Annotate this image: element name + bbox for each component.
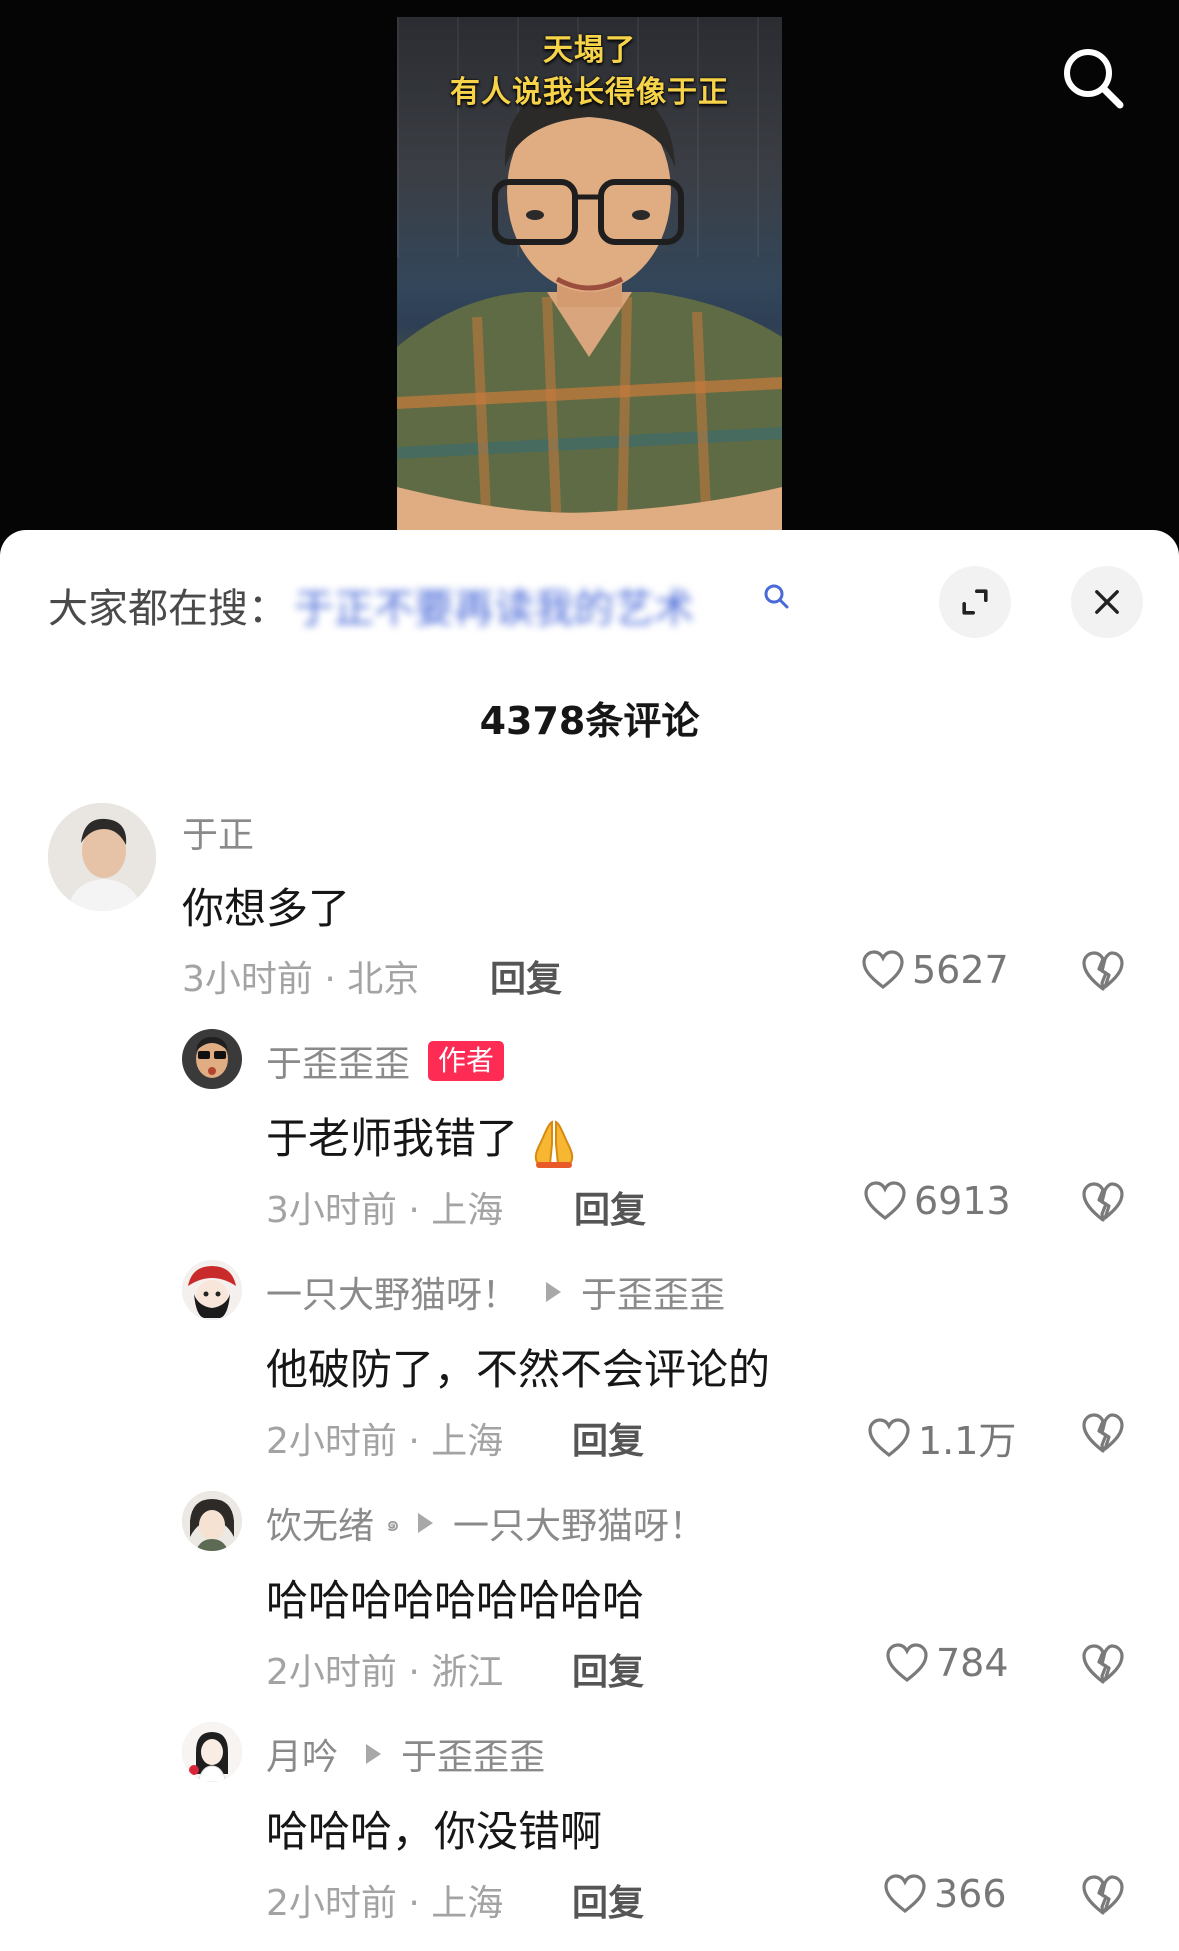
search-suggestion-prefix: 大家都在搜：	[48, 586, 288, 632]
praying-hands-emoji	[534, 1119, 574, 1168]
avatar[interactable]	[48, 803, 156, 911]
video-thumbnail[interactable]: 天塌了 有人说我长得像于正	[397, 17, 782, 532]
like-button[interactable]: 5627	[860, 948, 1009, 992]
like-count: 5627	[912, 948, 1009, 992]
search-icon[interactable]	[1060, 45, 1126, 111]
user-badge-icon: ๑	[386, 1511, 400, 1537]
heart-outline-icon	[862, 950, 904, 990]
search-suggestion[interactable]: 大家都在搜： 于正不要再读我的艺术	[48, 576, 694, 634]
comment-username[interactable]: 月吟 于歪歪歪	[266, 1728, 545, 1780]
comment-text: 你想多了	[182, 884, 351, 933]
heart-outline-icon	[886, 1643, 928, 1683]
avatar[interactable]	[182, 1260, 242, 1320]
search-suggestion-query[interactable]: 于正不要再读我的艺术	[294, 576, 694, 634]
like-button[interactable]: 6913	[862, 1179, 1011, 1223]
comment-meta: 2小时前 · 上海	[266, 1421, 504, 1462]
reply-arrow-icon	[417, 1513, 433, 1533]
comment-username[interactable]: 于歪歪歪 作者	[266, 1035, 505, 1087]
reply-to-username[interactable]: 于歪歪歪	[401, 1728, 545, 1780]
comment-meta: 3小时前 · 北京	[182, 959, 420, 1000]
username-text[interactable]: 月吟	[266, 1728, 338, 1780]
reply-arrow-icon	[546, 1282, 562, 1302]
search-small-icon[interactable]	[762, 582, 790, 610]
broken-heart-icon[interactable]	[1080, 1873, 1126, 1917]
reply-button[interactable]: 回复	[572, 1643, 644, 1695]
comment-meta: 2小时前 · 上海	[266, 1883, 504, 1924]
author-badge: 作者	[428, 1041, 505, 1081]
like-button[interactable]: 1.1万	[866, 1410, 1016, 1465]
close-button[interactable]	[1071, 566, 1143, 638]
comments-sheet: 大家都在搜： 于正不要再读我的艺术 4378条评论 于正 你想多了 3小时前 ·…	[0, 530, 1179, 1951]
broken-heart-icon[interactable]	[1080, 1180, 1126, 1224]
reply-button[interactable]: 回复	[574, 1181, 646, 1233]
like-count: 366	[934, 1872, 1007, 1916]
like-count: 784	[936, 1641, 1009, 1685]
video-overlay-line-2: 有人说我长得像于正	[450, 75, 729, 110]
like-button[interactable]: 784	[884, 1641, 1009, 1685]
username-text[interactable]: 饮无绪	[266, 1497, 374, 1549]
username-text[interactable]: 于正	[182, 806, 254, 858]
comment-text: 于老师我错了	[266, 1105, 582, 1170]
reply-arrow-icon	[366, 1744, 382, 1764]
sheet-header: 大家都在搜： 于正不要再读我的艺术	[0, 530, 1179, 640]
heart-outline-icon	[868, 1417, 910, 1457]
broken-heart-icon[interactable]	[1080, 1411, 1126, 1455]
username-text[interactable]: 于歪歪歪	[266, 1035, 410, 1087]
reply-button[interactable]: 回复	[572, 1874, 644, 1926]
avatar[interactable]	[182, 1029, 242, 1089]
broken-heart-icon[interactable]	[1080, 1642, 1126, 1686]
reply-to-username[interactable]: 于歪歪歪	[581, 1266, 725, 1318]
heart-outline-icon	[864, 1181, 906, 1221]
comment-text: 他破防了，不然不会评论的	[266, 1345, 771, 1394]
reply-button[interactable]: 回复	[572, 1412, 644, 1464]
comment-text-content: 于老师我错了	[266, 1114, 519, 1163]
comment-username[interactable]: 于正	[182, 806, 254, 858]
comment-text: 哈哈哈，你没错啊	[266, 1807, 603, 1856]
avatar[interactable]	[182, 1491, 242, 1551]
video-overlay-line-1: 天塌了	[543, 33, 636, 68]
reply-button[interactable]: 回复	[490, 950, 562, 1002]
close-icon	[1095, 590, 1119, 614]
video-player[interactable]: 天塌了 有人说我长得像于正	[0, 0, 1179, 560]
heart-outline-icon	[884, 1874, 926, 1914]
like-count: 6913	[914, 1179, 1011, 1223]
username-text[interactable]: 一只大野猫呀！	[266, 1266, 518, 1318]
expand-button[interactable]	[939, 566, 1011, 638]
comment-meta: 2小时前 · 浙江	[266, 1652, 504, 1693]
comment-meta: 3小时前 · 上海	[266, 1190, 504, 1231]
expand-icon	[962, 589, 988, 615]
comment-count: 4378条评论	[479, 699, 700, 743]
avatar[interactable]	[182, 1722, 242, 1782]
like-count: 1.1万	[918, 1419, 1017, 1463]
broken-heart-icon[interactable]	[1080, 949, 1126, 993]
reply-to-username[interactable]: 一只大野猫呀！	[453, 1497, 705, 1549]
comment-username[interactable]: 饮无绪 ๑ 一只大野猫呀！	[266, 1497, 705, 1549]
like-button[interactable]: 366	[882, 1872, 1007, 1916]
comment-username[interactable]: 一只大野猫呀！ 于歪歪歪	[266, 1266, 725, 1318]
comment-text: 哈哈哈哈哈哈哈哈哈	[266, 1576, 645, 1625]
